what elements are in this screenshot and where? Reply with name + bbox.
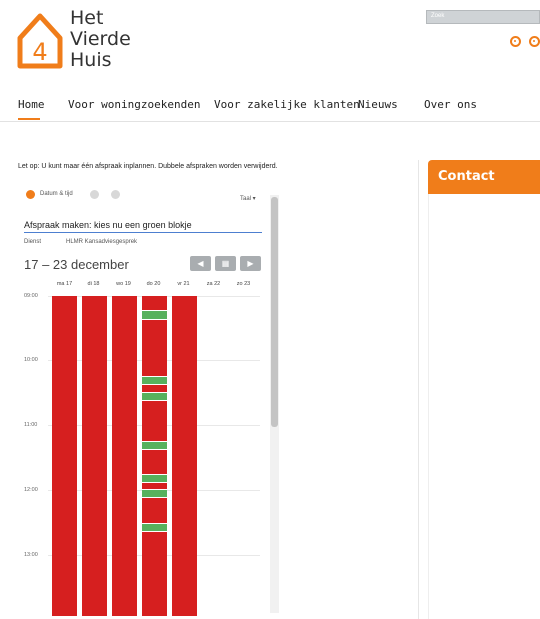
contact-header[interactable]: Contact	[428, 160, 540, 194]
available-slot[interactable]	[142, 474, 167, 483]
scrollbar-thumb[interactable]	[271, 197, 278, 427]
logo-digit: 4	[32, 38, 47, 66]
step-label: Datum & tijd	[40, 191, 73, 197]
nav-home[interactable]: Home	[18, 98, 45, 111]
available-slot[interactable]	[142, 392, 167, 401]
next-week-button[interactable]: ▶	[240, 256, 261, 271]
day-column-unavailable	[142, 296, 167, 616]
step-indicator	[90, 190, 99, 199]
day-header: wo 19	[116, 281, 131, 287]
contact-panel	[428, 194, 540, 619]
search-input[interactable]: Zoek	[426, 10, 540, 24]
day-column-unavailable	[52, 296, 77, 616]
available-slot[interactable]	[142, 523, 167, 532]
time-label: 13:00	[24, 552, 38, 558]
language-select[interactable]: Taal ▾	[240, 195, 256, 202]
date-range-label: 17 – 23 december	[24, 257, 129, 272]
day-header: vr 21	[177, 281, 190, 287]
day-header: do 20	[146, 281, 161, 287]
nav-nieuws[interactable]: Nieuws	[358, 98, 398, 111]
social-icon[interactable]	[510, 36, 521, 47]
logo-line: Het	[70, 7, 104, 29]
language-label: Taal	[240, 196, 252, 202]
day-header: ma 17	[56, 281, 73, 287]
logo-line: Vierde	[70, 28, 131, 50]
nav-voor-woningzoekenden[interactable]: Voor woningzoekenden	[68, 98, 200, 111]
service-value: HLMR Kansadviesgesprek	[66, 239, 138, 245]
day-column-unavailable	[172, 296, 197, 616]
step-indicator-active	[26, 190, 35, 199]
day-header: di 18	[87, 281, 100, 287]
available-slot[interactable]	[142, 376, 167, 385]
prev-week-button[interactable]: ◀	[190, 256, 211, 271]
booking-widget: Datum & tijd Taal ▾ Afspraak maken: kies…	[18, 183, 280, 616]
day-header: zo 23	[236, 281, 251, 287]
step-indicator	[111, 190, 120, 199]
booking-notice: Let op: U kunt maar één afspraak inplann…	[18, 163, 278, 170]
logo-house-icon[interactable]: 4	[16, 8, 64, 72]
available-slot[interactable]	[142, 489, 167, 498]
booking-heading: Afspraak maken: kies nu een groen blokje	[24, 220, 262, 233]
day-column-unavailable	[112, 296, 137, 616]
social-icon[interactable]	[529, 36, 540, 47]
time-label: 12:00	[24, 487, 38, 493]
day-column-unavailable	[82, 296, 107, 616]
day-header: za 22	[206, 281, 221, 287]
service-label: Dienst	[24, 239, 42, 245]
active-nav-indicator	[18, 118, 40, 120]
calendar-icon[interactable]: ▦	[215, 256, 236, 271]
nav-over-ons[interactable]: Over ons	[424, 98, 477, 111]
time-label: 09:00	[24, 293, 38, 299]
available-slot[interactable]	[142, 441, 167, 450]
nav-voor-zakelijke-klanten[interactable]: Voor zakelijke klanten	[214, 98, 360, 111]
time-label: 11:00	[24, 422, 38, 428]
header-divider	[0, 121, 540, 122]
contact-title: Contact	[438, 169, 495, 184]
logo-text[interactable]: Het Vierde Huis	[70, 8, 131, 71]
column-divider	[418, 160, 419, 619]
time-label: 10:00	[24, 357, 38, 363]
available-slot[interactable]	[142, 310, 167, 320]
logo-line: Huis	[70, 49, 112, 71]
